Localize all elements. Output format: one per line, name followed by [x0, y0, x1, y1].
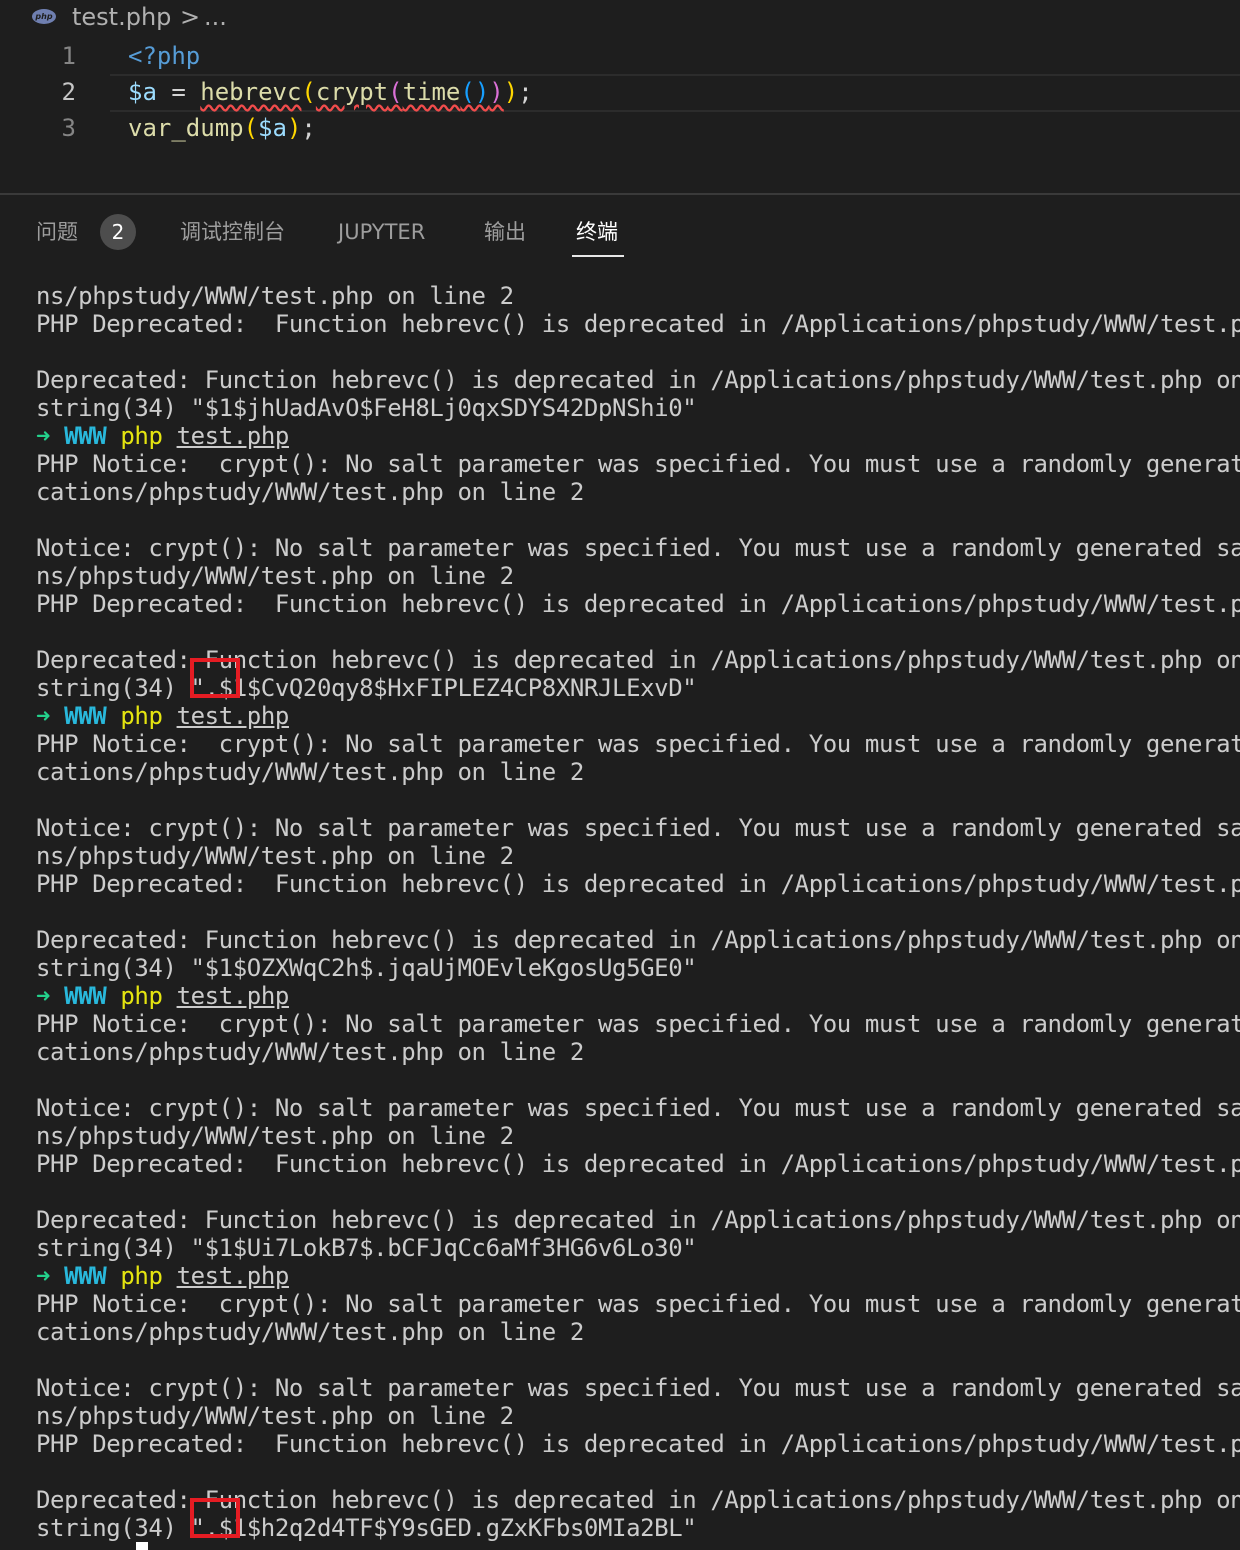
prompt-directory: WWW	[64, 422, 107, 450]
terminal-line: ns/phpstudy/WWW/test.php on line 2	[36, 562, 514, 590]
terminal-line: cations/phpstudy/WWW/test.php on line 2	[36, 1318, 584, 1346]
terminal-line: ns/phpstudy/WWW/test.php on line 2	[36, 1402, 514, 1430]
breadcrumb: php test.php > ...	[0, 0, 1240, 36]
terminal-output[interactable]: ns/phpstudy/WWW/test.php on line 2 PHP De…	[36, 282, 1240, 1550]
prompt-argument[interactable]: test.php	[177, 702, 290, 730]
terminal-line: PHP Deprecated: Function hebrevc() is de…	[36, 870, 1240, 898]
highlight-box	[190, 1498, 240, 1538]
prompt-command: php	[120, 1262, 163, 1290]
terminal-line: PHP Deprecated: Function hebrevc() is de…	[36, 1150, 1240, 1178]
tab-terminal[interactable]: 终端	[576, 212, 618, 252]
terminal-line: string(34) ".$1$CvQ20qy8$HxFIPLEZ4CP8XNR…	[36, 658, 1240, 702]
terminal-line: PHP Deprecated: Function hebrevc() is de…	[36, 1430, 1240, 1458]
terminal-line: PHP Deprecated: Function hebrevc() is de…	[36, 590, 1240, 618]
prompt-directory: WWW	[64, 1262, 107, 1290]
terminal-line: PHP Notice: crypt(): No salt parameter w…	[36, 450, 1240, 478]
breadcrumb-more[interactable]: ...	[204, 2, 227, 32]
terminal-line: Deprecated: Function hebrevc() is deprec…	[36, 926, 1240, 954]
line-number: 1	[61, 42, 76, 70]
terminal-line: Notice: crypt(): No salt parameter was s…	[36, 1374, 1240, 1402]
prompt-argument[interactable]: test.php	[177, 982, 290, 1010]
panel-divider	[0, 193, 1240, 195]
prompt-arrow-icon: ➜	[36, 1262, 51, 1290]
terminal-line: string(34) "$1$jhUadAvO$FeH8Lj0qxSDYS42D…	[36, 394, 697, 422]
prompt-command: php	[120, 702, 163, 730]
terminal-line: Notice: crypt(): No salt parameter was s…	[36, 1094, 1240, 1122]
terminal-prompt-line: ➜ WWW php test.php	[36, 982, 1240, 1010]
tab-jupyter[interactable]: JUPYTER	[338, 212, 425, 252]
terminal-line: Notice: crypt(): No salt parameter was s…	[36, 814, 1240, 842]
chevron-right-icon: >	[180, 3, 201, 31]
prompt-directory: WWW	[64, 982, 107, 1010]
prompt-arrow-icon: ➜	[36, 702, 51, 730]
terminal-line: ns/phpstudy/WWW/test.php on line 2	[36, 842, 514, 870]
php-file-icon: php	[32, 9, 56, 24]
terminal-line: string(34) ".$1$h2q2d4TF$Y9sGED.gZxKFbs0…	[36, 1498, 1240, 1542]
terminal-line: Deprecated: Function hebrevc() is deprec…	[36, 366, 1240, 394]
prompt-command: php	[120, 422, 163, 450]
terminal-line: ns/phpstudy/WWW/test.php on line 2	[36, 1122, 514, 1150]
terminal-cursor	[136, 1542, 148, 1550]
code-line-2[interactable]: $a = hebrevc(crypt(time()));	[128, 74, 533, 110]
terminal-line: cations/phpstudy/WWW/test.php on line 2	[36, 1038, 584, 1066]
prompt-argument[interactable]: test.php	[177, 422, 290, 450]
tab-problems[interactable]: 问题	[36, 212, 78, 252]
prompt-arrow-icon: ➜	[36, 982, 51, 1010]
breadcrumb-file[interactable]: test.php	[72, 2, 171, 32]
prompt-directory: WWW	[64, 702, 107, 730]
terminal-line: PHP Notice: crypt(): No salt parameter w…	[36, 1290, 1240, 1318]
terminal-prompt-line: ➜ WWW php test.php	[36, 702, 1240, 730]
tab-output[interactable]: 输出	[484, 212, 526, 252]
prompt-argument[interactable]: test.php	[177, 1262, 290, 1290]
code-line-3[interactable]: var_dump($a);	[128, 110, 316, 146]
terminal-line: ns/phpstudy/WWW/test.php on line 2	[36, 282, 514, 310]
terminal-line: Deprecated: Function hebrevc() is deprec…	[36, 1206, 1240, 1234]
prompt-arrow-icon: ➜	[36, 422, 51, 450]
terminal-line: PHP Deprecated: Function hebrevc() is de…	[36, 310, 1240, 338]
line-number: 2	[61, 78, 76, 106]
problems-count-badge: 2	[100, 214, 136, 250]
prompt-command: php	[120, 982, 163, 1010]
terminal-line: string(34) "$1$Ui7LokB7$.bCFJqCc6aMf3HG6…	[36, 1234, 697, 1262]
line-number: 3	[61, 114, 76, 142]
terminal-line: PHP Notice: crypt(): No salt parameter w…	[36, 1010, 1240, 1038]
terminal-line: cations/phpstudy/WWW/test.php on line 2	[36, 478, 584, 506]
active-tab-indicator	[572, 255, 624, 257]
terminal-line: PHP Notice: crypt(): No salt parameter w…	[36, 730, 1240, 758]
terminal-line: string(34) "$1$OZXWqC2h$.jqaUjMOEvleKgos…	[36, 954, 697, 982]
terminal-prompt-line: ➜ WWW php test.php	[36, 422, 1240, 450]
terminal-prompt-line: ➜ WWW php test.php	[36, 1262, 1240, 1290]
terminal-line: Notice: crypt(): No salt parameter was s…	[36, 534, 1240, 562]
terminal-line: cations/phpstudy/WWW/test.php on line 2	[36, 758, 584, 786]
highlight-box	[190, 658, 240, 698]
tab-debug-console[interactable]: 调试控制台	[180, 212, 285, 252]
code-line-1[interactable]: <?php	[128, 38, 200, 74]
